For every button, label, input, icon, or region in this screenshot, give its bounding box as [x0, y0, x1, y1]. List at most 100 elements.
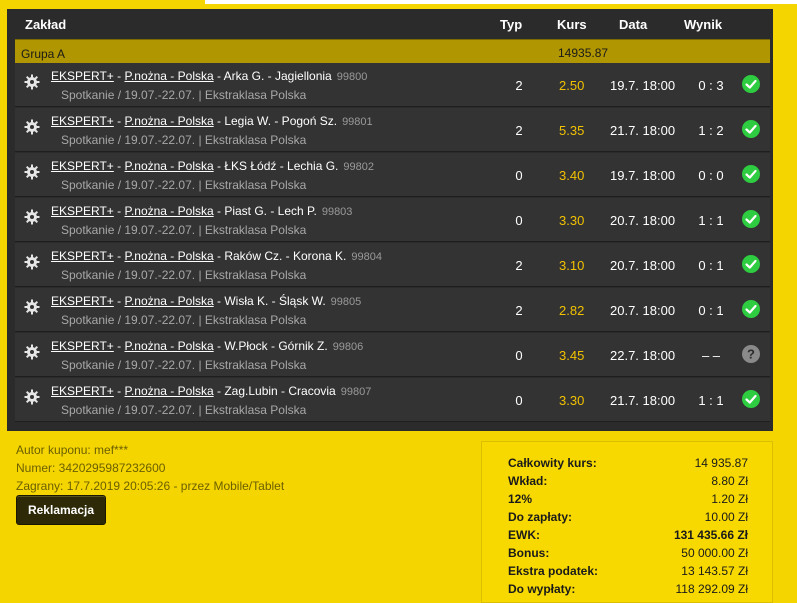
bet-sport-link[interactable]: P.nożna - Polska	[124, 339, 213, 353]
summary-value: 50 000.00 Zł	[681, 546, 748, 560]
bet-sep: -	[213, 339, 225, 353]
bet-event-range: Spotkanie / 19.07.-22.07.	[61, 178, 196, 192]
summary-row: Bonus: 50 000.00 Zł	[508, 546, 748, 564]
bet-event-range: Spotkanie / 19.07.-22.07.	[61, 88, 196, 102]
summary-value: 14 935.87	[694, 456, 748, 470]
bet-sep: -	[113, 384, 125, 398]
bet-event-range: Spotkanie / 19.07.-22.07.	[61, 133, 196, 147]
bet-event-range: Spotkanie / 19.07.-22.07.	[61, 268, 196, 282]
bet-sport-link[interactable]: P.nożna - Polska	[124, 69, 213, 83]
bet-sep: -	[213, 69, 224, 83]
gear-icon[interactable]	[24, 254, 40, 270]
summary-value: 131 435.66 Zł	[673, 528, 748, 542]
gear-icon[interactable]	[24, 209, 40, 225]
complaint-button[interactable]: Reklamacja	[16, 495, 106, 525]
bet-sport-link[interactable]: P.nożna - Polska	[124, 114, 213, 128]
col-header-bet: Zakład	[25, 17, 67, 32]
bet-code: 99801	[342, 116, 373, 128]
coupon-number: Numer: 3420295987232600	[16, 461, 166, 475]
bet-row: EKSPERT+ - P.nożna - Polska - Zag.Lubin …	[15, 378, 770, 422]
bet-row: EKSPERT+ - P.nożna - Polska - W.Płock - …	[15, 333, 770, 377]
bet-prefix-link[interactable]: EKSPERT+	[51, 294, 114, 308]
bet-title: EKSPERT+ - P.nożna - Polska - W.Płock - …	[51, 339, 363, 353]
bet-code: 99805	[330, 296, 362, 308]
bet-row: EKSPERT+ - P.nożna - Polska - Arka G. - …	[15, 63, 770, 107]
bet-odds: 3.30	[559, 393, 585, 408]
bet-title: EKSPERT+ - P.nożna - Polska - Arka G. - …	[51, 69, 367, 83]
summary-label: Całkowity kurs:	[508, 456, 597, 470]
gear-icon[interactable]	[24, 389, 40, 405]
bet-subtitle: Spotkanie / 19.07.-22.07. | Ekstraklasa …	[61, 223, 306, 237]
bet-sport-link[interactable]: P.nożna - Polska	[124, 384, 213, 398]
bet-row: EKSPERT+ - P.nożna - Polska - Piast G. -…	[15, 198, 770, 242]
bet-date: 19.7. 18:00	[610, 78, 676, 93]
bet-result: – –	[701, 348, 721, 363]
bet-prefix-link[interactable]: EKSPERT+	[51, 249, 114, 263]
bet-sep: -	[213, 159, 225, 173]
bet-match: ŁKS Łódź - Lechia G.	[224, 159, 339, 173]
group-row: Grupa A 14935.87	[15, 39, 770, 63]
bet-subtitle: Spotkanie / 19.07.-22.07. | Ekstraklasa …	[61, 178, 306, 192]
bet-league: Ekstraklasa Polska	[204, 313, 307, 327]
col-header-result: Wynik	[684, 17, 723, 32]
bet-sep: -	[113, 69, 125, 83]
bet-prefix-link[interactable]: EKSPERT+	[51, 114, 114, 128]
bet-match: Piast G. - Lech P.	[224, 204, 317, 218]
bet-title: EKSPERT+ - P.nożna - Polska - Piast G. -…	[51, 204, 352, 218]
summary-row: Wkład: 8.80 Zł	[508, 474, 748, 492]
bet-event-range: Spotkanie / 19.07.-22.07.	[61, 358, 196, 372]
table-header: Zakład Typ Kurs Data Wynik	[7, 9, 773, 39]
bet-sep: -	[213, 114, 225, 128]
summary-value: 10.00 Zł	[704, 510, 748, 524]
summary-label: Ekstra podatek:	[508, 564, 599, 578]
bet-prefix-link[interactable]: EKSPERT+	[51, 204, 114, 218]
bet-odds: 2.82	[559, 303, 585, 318]
bet-match: Wisła K. - Śląsk W.	[224, 294, 326, 308]
bet-subtitle: Spotkanie / 19.07.-22.07. | Ekstraklasa …	[61, 133, 306, 147]
bet-sport-link[interactable]: P.nożna - Polska	[124, 249, 213, 263]
gear-icon[interactable]	[24, 74, 40, 90]
check-circle-icon	[742, 210, 760, 228]
gear-icon[interactable]	[24, 299, 40, 315]
group-value: 14935.87	[558, 46, 609, 60]
bet-prefix-link[interactable]: EKSPERT+	[51, 384, 114, 398]
bet-event-range: Spotkanie / 19.07.-22.07.	[61, 313, 196, 327]
bet-row: EKSPERT+ - P.nożna - Polska - Legia W. -…	[15, 108, 770, 152]
bet-prefix-link[interactable]: EKSPERT+	[51, 159, 114, 173]
summary-row: Całkowity kurs: 14 935.87	[508, 456, 748, 474]
bet-match: Raków Cz. - Korona K.	[224, 249, 347, 263]
gear-icon[interactable]	[24, 119, 40, 135]
coupon-panel: Zakład Typ Kurs Data Wynik Grupa A 14935…	[7, 9, 773, 431]
check-circle-icon	[742, 120, 760, 138]
bet-sub-sep: |	[195, 358, 205, 372]
check-circle-icon	[742, 390, 760, 408]
bet-date: 22.7. 18:00	[610, 348, 676, 363]
check-circle-icon	[742, 75, 760, 93]
coupon-played: Zagrany: 17.7.2019 20:05:26 - przez Mobi…	[16, 479, 285, 493]
summary-value: 118 292.09 Zł	[675, 582, 749, 596]
bet-date: 20.7. 18:00	[610, 258, 676, 273]
bet-prefix-link[interactable]: EKSPERT+	[51, 69, 114, 83]
summary-row: Ekstra podatek: 13 143.57 Zł	[508, 564, 748, 582]
summary-label: 12%	[508, 492, 533, 506]
gear-icon[interactable]	[24, 344, 40, 360]
gear-icon[interactable]	[24, 164, 40, 180]
bet-sport-link[interactable]: P.nożna - Polska	[124, 294, 213, 308]
summary-label: Do wypłaty:	[508, 582, 576, 596]
summary-label: Wkład:	[508, 474, 548, 488]
bet-league: Ekstraklasa Polska	[204, 178, 307, 192]
bet-sub-sep: |	[195, 88, 205, 102]
bet-result: 0 : 0	[698, 168, 724, 183]
bet-title: EKSPERT+ - P.nożna - Polska - Wisła K. -…	[51, 294, 361, 308]
summary-row: Do zapłaty: 10.00 Zł	[508, 510, 748, 528]
bet-date: 21.7. 18:00	[610, 123, 676, 138]
bet-result: 0 : 1	[698, 258, 724, 273]
summary-value: 1.20 Zł	[711, 492, 748, 506]
bet-date: 21.7. 18:00	[610, 393, 676, 408]
bet-sep: -	[113, 114, 125, 128]
bet-sport-link[interactable]: P.nożna - Polska	[124, 204, 213, 218]
bet-event-range: Spotkanie / 19.07.-22.07.	[61, 403, 196, 417]
bet-sport-link[interactable]: P.nożna - Polska	[124, 159, 213, 173]
bet-prefix-link[interactable]: EKSPERT+	[51, 339, 114, 353]
bet-odds: 3.10	[559, 258, 585, 273]
